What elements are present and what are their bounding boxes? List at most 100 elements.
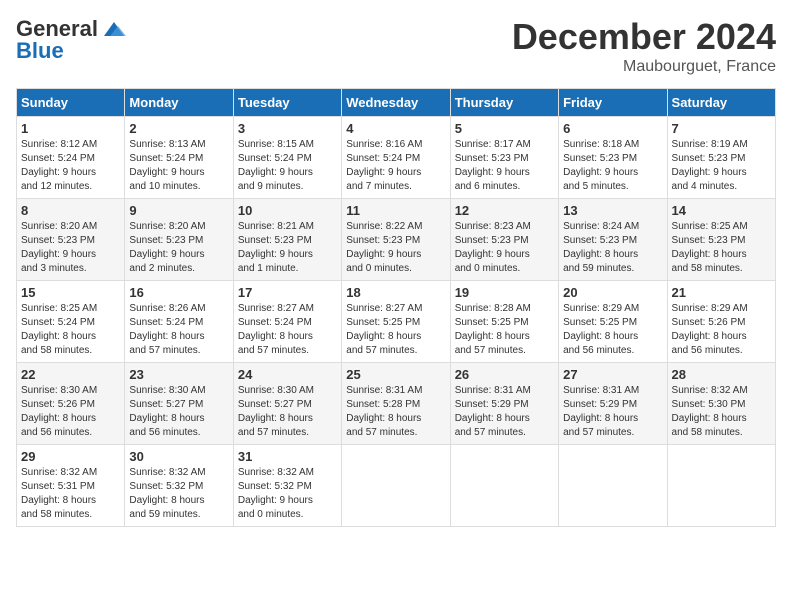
day-number: 5 [455,121,554,136]
calendar-cell: 6 Sunrise: 8:18 AM Sunset: 5:23 PM Daylig… [559,117,667,199]
calendar-cell: 29 Sunrise: 8:32 AM Sunset: 5:31 PM Dayli… [17,445,125,527]
day-detail: Sunrise: 8:17 AM Sunset: 5:23 PM Dayligh… [455,138,554,194]
day-number: 6 [563,121,662,136]
weekday-header-friday: Friday [559,89,667,117]
calendar-cell: 14 Sunrise: 8:25 AM Sunset: 5:23 PM Dayli… [667,199,775,281]
calendar-cell: 15 Sunrise: 8:25 AM Sunset: 5:24 PM Dayli… [17,281,125,363]
calendar-cell: 10Sunrise: 8:21 AM Sunset: 5:23 PM Dayli… [233,199,341,281]
calendar-header-row: SundayMondayTuesdayWednesdayThursdayFrid… [17,89,776,117]
calendar-cell: 26 Sunrise: 8:31 AM Sunset: 5:29 PM Dayli… [450,363,558,445]
calendar-cell: 2Sunrise: 8:13 AM Sunset: 5:24 PM Daylig… [125,117,233,199]
day-detail: Sunrise: 8:30 AM Sunset: 5:27 PM Dayligh… [129,384,228,440]
calendar-cell: 21 Sunrise: 8:29 AM Sunset: 5:26 PM Dayli… [667,281,775,363]
calendar-cell [667,445,775,527]
day-detail: Sunrise: 8:30 AM Sunset: 5:26 PM Dayligh… [21,384,120,440]
calendar-cell: 13Sunrise: 8:24 AM Sunset: 5:23 PM Dayli… [559,199,667,281]
calendar-table: SundayMondayTuesdayWednesdayThursdayFrid… [16,88,776,527]
calendar-week-2: 8 Sunrise: 8:20 AM Sunset: 5:23 PM Daylig… [17,199,776,281]
calendar-cell: 5 Sunrise: 8:17 AM Sunset: 5:23 PM Daylig… [450,117,558,199]
calendar-cell [559,445,667,527]
day-detail: Sunrise: 8:26 AM Sunset: 5:24 PM Dayligh… [129,302,228,358]
calendar-cell: 16 Sunrise: 8:26 AM Sunset: 5:24 PM Dayli… [125,281,233,363]
calendar-week-1: 1 Sunrise: 8:12 AM Sunset: 5:24 PM Daylig… [17,117,776,199]
weekday-header-monday: Monday [125,89,233,117]
day-number: 24 [238,367,337,382]
weekday-header-thursday: Thursday [450,89,558,117]
calendar-cell: 20 Sunrise: 8:29 AM Sunset: 5:25 PM Dayli… [559,281,667,363]
day-number: 25 [346,367,445,382]
day-detail: Sunrise: 8:18 AM Sunset: 5:23 PM Dayligh… [563,138,662,194]
day-number: 3 [238,121,337,136]
day-detail: Sunrise: 8:12 AM Sunset: 5:24 PM Dayligh… [21,138,120,194]
calendar-body: 1 Sunrise: 8:12 AM Sunset: 5:24 PM Daylig… [17,117,776,527]
calendar-cell: 31Sunrise: 8:32 AM Sunset: 5:32 PM Dayli… [233,445,341,527]
day-number: 1 [21,121,120,136]
logo-blue-text: Blue [16,38,64,64]
day-detail: Sunrise: 8:16 AM Sunset: 5:24 PM Dayligh… [346,138,445,194]
calendar-cell: 25 Sunrise: 8:31 AM Sunset: 5:28 PM Dayli… [342,363,450,445]
day-detail: Sunrise: 8:27 AM Sunset: 5:25 PM Dayligh… [346,302,445,358]
title-block: December 2024 Maubourguet, France [512,16,776,76]
logo: General Blue [16,16,128,64]
day-number: 8 [21,203,120,218]
calendar-cell: 23Sunrise: 8:30 AM Sunset: 5:27 PM Dayli… [125,363,233,445]
day-number: 28 [672,367,771,382]
day-number: 26 [455,367,554,382]
day-detail: Sunrise: 8:30 AM Sunset: 5:27 PM Dayligh… [238,384,337,440]
day-detail: Sunrise: 8:20 AM Sunset: 5:23 PM Dayligh… [21,220,120,276]
day-detail: Sunrise: 8:29 AM Sunset: 5:25 PM Dayligh… [563,302,662,358]
day-number: 9 [129,203,228,218]
day-detail: Sunrise: 8:25 AM Sunset: 5:24 PM Dayligh… [21,302,120,358]
calendar-cell: 8 Sunrise: 8:20 AM Sunset: 5:23 PM Daylig… [17,199,125,281]
calendar-cell: 24 Sunrise: 8:30 AM Sunset: 5:27 PM Dayli… [233,363,341,445]
day-number: 31 [238,449,337,464]
calendar-cell: 3 Sunrise: 8:15 AM Sunset: 5:24 PM Daylig… [233,117,341,199]
day-number: 14 [672,203,771,218]
day-number: 12 [455,203,554,218]
day-detail: Sunrise: 8:32 AM Sunset: 5:31 PM Dayligh… [21,466,120,522]
day-number: 13 [563,203,662,218]
day-detail: Sunrise: 8:32 AM Sunset: 5:30 PM Dayligh… [672,384,771,440]
calendar-week-4: 22Sunrise: 8:30 AM Sunset: 5:26 PM Dayli… [17,363,776,445]
day-number: 7 [672,121,771,136]
day-detail: Sunrise: 8:28 AM Sunset: 5:25 PM Dayligh… [455,302,554,358]
day-number: 21 [672,285,771,300]
calendar-cell: 9 Sunrise: 8:20 AM Sunset: 5:23 PM Daylig… [125,199,233,281]
calendar-week-3: 15 Sunrise: 8:25 AM Sunset: 5:24 PM Dayli… [17,281,776,363]
calendar-cell: 1 Sunrise: 8:12 AM Sunset: 5:24 PM Daylig… [17,117,125,199]
day-detail: Sunrise: 8:32 AM Sunset: 5:32 PM Dayligh… [129,466,228,522]
day-number: 27 [563,367,662,382]
day-number: 18 [346,285,445,300]
weekday-header-tuesday: Tuesday [233,89,341,117]
day-number: 16 [129,285,228,300]
day-number: 11 [346,203,445,218]
calendar-cell: 30 Sunrise: 8:32 AM Sunset: 5:32 PM Dayli… [125,445,233,527]
page-header: General Blue December 2024 Maubourguet, … [16,16,776,76]
calendar-cell: 27 Sunrise: 8:31 AM Sunset: 5:29 PM Dayli… [559,363,667,445]
day-number: 15 [21,285,120,300]
calendar-cell: 17Sunrise: 8:27 AM Sunset: 5:24 PM Dayli… [233,281,341,363]
day-detail: Sunrise: 8:29 AM Sunset: 5:26 PM Dayligh… [672,302,771,358]
day-detail: Sunrise: 8:31 AM Sunset: 5:29 PM Dayligh… [455,384,554,440]
day-number: 30 [129,449,228,464]
day-detail: Sunrise: 8:22 AM Sunset: 5:23 PM Dayligh… [346,220,445,276]
day-detail: Sunrise: 8:20 AM Sunset: 5:23 PM Dayligh… [129,220,228,276]
calendar-cell: 19 Sunrise: 8:28 AM Sunset: 5:25 PM Dayli… [450,281,558,363]
day-detail: Sunrise: 8:27 AM Sunset: 5:24 PM Dayligh… [238,302,337,358]
day-detail: Sunrise: 8:31 AM Sunset: 5:28 PM Dayligh… [346,384,445,440]
day-number: 19 [455,285,554,300]
logo-icon [100,18,128,40]
calendar-cell: 11 Sunrise: 8:22 AM Sunset: 5:23 PM Dayli… [342,199,450,281]
day-number: 29 [21,449,120,464]
day-detail: Sunrise: 8:23 AM Sunset: 5:23 PM Dayligh… [455,220,554,276]
day-detail: Sunrise: 8:21 AM Sunset: 5:23 PM Dayligh… [238,220,337,276]
weekday-header-saturday: Saturday [667,89,775,117]
day-detail: Sunrise: 8:15 AM Sunset: 5:24 PM Dayligh… [238,138,337,194]
calendar-cell: 12 Sunrise: 8:23 AM Sunset: 5:23 PM Dayli… [450,199,558,281]
calendar-cell: 22Sunrise: 8:30 AM Sunset: 5:26 PM Dayli… [17,363,125,445]
day-number: 2 [129,121,228,136]
day-number: 20 [563,285,662,300]
day-detail: Sunrise: 8:25 AM Sunset: 5:23 PM Dayligh… [672,220,771,276]
day-detail: Sunrise: 8:31 AM Sunset: 5:29 PM Dayligh… [563,384,662,440]
location: Maubourguet, France [512,58,776,76]
